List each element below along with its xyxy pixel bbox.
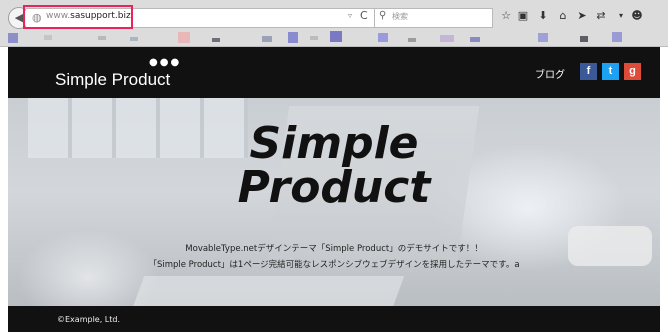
facebook-icon[interactable]: f bbox=[580, 63, 597, 80]
star-icon[interactable]: ☆ bbox=[499, 9, 513, 22]
hero-description-line1: MovableType.netデザインテーマ「Simple Product」のデ… bbox=[185, 244, 483, 254]
search-icon: ⚲ bbox=[379, 10, 387, 21]
nav-blog-link[interactable]: ブログ bbox=[535, 66, 565, 81]
hero-description-line2: 「Simple Product」は1ページ完結可能なレスポンシブウェブデザインを… bbox=[148, 260, 520, 270]
twitter-icon[interactable]: t bbox=[602, 63, 619, 80]
dropdown-icon[interactable]: ▿ bbox=[348, 11, 352, 20]
logo-dots: ●●● bbox=[149, 57, 182, 68]
reload-icon[interactable]: C bbox=[360, 9, 368, 22]
hero-title-line2: Product bbox=[237, 162, 431, 213]
clipboard-icon[interactable]: ▣ bbox=[516, 9, 530, 22]
url-highlight-box bbox=[23, 5, 133, 29]
google-plus-icon[interactable]: g bbox=[624, 63, 641, 80]
hero-title-line1: Simple bbox=[249, 118, 419, 169]
home-icon[interactable]: ⌂ bbox=[556, 9, 570, 22]
hero-title: Simple Product bbox=[0, 122, 668, 210]
menu-icon[interactable]: ▾ bbox=[614, 11, 628, 20]
chat-icon[interactable]: ☻ bbox=[630, 9, 644, 22]
extension-icon[interactable]: ⇄ bbox=[594, 9, 608, 22]
site-title[interactable]: Simple Product bbox=[55, 70, 170, 90]
download-icon[interactable]: ⬇ bbox=[536, 9, 550, 22]
copyright-text: ©Example, Ltd. bbox=[57, 315, 121, 324]
search-placeholder: 検索 bbox=[392, 12, 408, 21]
send-icon[interactable]: ➤ bbox=[575, 9, 589, 22]
bookmarks-strip bbox=[8, 31, 622, 43]
